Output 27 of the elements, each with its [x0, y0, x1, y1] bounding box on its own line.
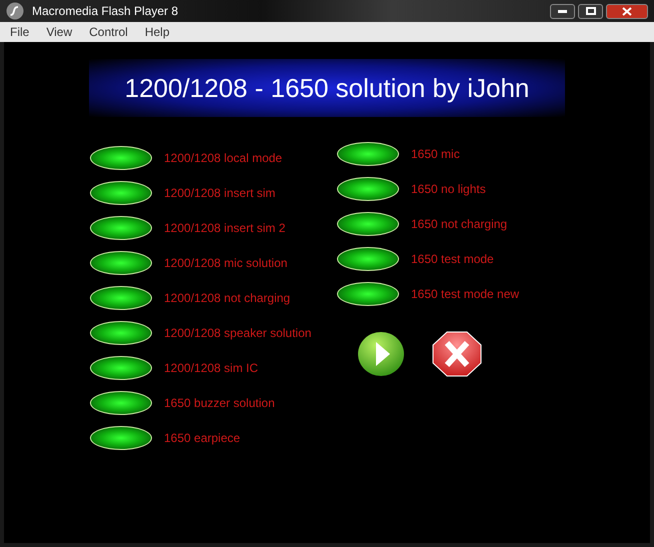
minimize-button[interactable]: [550, 4, 575, 18]
option-label: 1650 test mode new: [411, 286, 520, 302]
option-label: 1200/1208 mic solution: [164, 254, 288, 272]
close-button[interactable]: [606, 4, 648, 18]
option-label: 1650 not charging: [411, 216, 508, 232]
menu-item[interactable]: Control: [81, 23, 136, 41]
menu-item[interactable]: File: [2, 23, 38, 41]
maximize-button[interactable]: [578, 4, 603, 18]
close-icon: [622, 6, 632, 16]
option-label: 1650 mic: [411, 146, 460, 162]
option-label: 1200/1208 speaker solution: [164, 324, 312, 342]
window-title: Macromedia Flash Player 8: [32, 3, 178, 20]
menu-item[interactable]: Help: [136, 23, 178, 41]
option-label: 1650 test mode: [411, 250, 494, 268]
menu-item[interactable]: View: [38, 23, 80, 41]
close-icon[interactable]: [432, 331, 482, 377]
option-label: 1200/1208 sim IC: [164, 360, 258, 376]
flash-logo-icon: [6, 2, 24, 20]
option-label: 1200/1208 not charging: [164, 290, 290, 306]
option-label: 1200/1208 insert sim: [164, 184, 276, 202]
option-label: 1650 no lights: [411, 180, 486, 198]
option-label: 1650 buzzer solution: [164, 394, 275, 412]
option-label: 1650 earpiece: [164, 430, 240, 446]
play-icon[interactable]: [357, 331, 405, 377]
option-label: 1200/1208 local mode: [164, 150, 282, 166]
option-label: 1200/1208 insert sim 2: [164, 220, 286, 236]
banner-title: 1200/1208 - 1650 solution by iJohn: [124, 72, 530, 104]
